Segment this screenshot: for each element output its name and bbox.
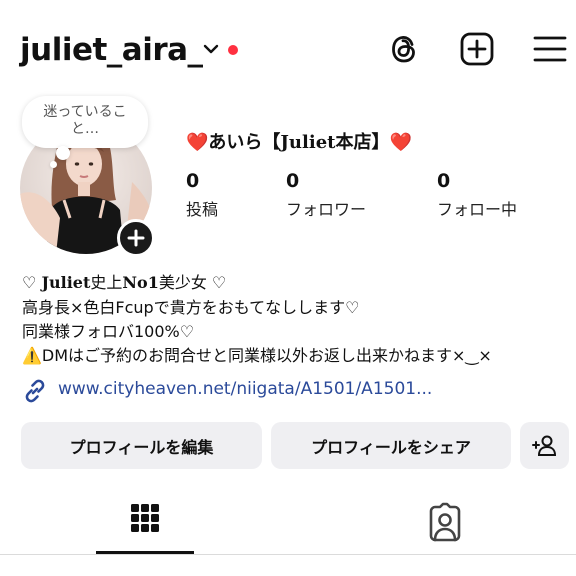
bio-line-1-suffix: 美少女 ♡ [158, 273, 227, 292]
note-bubble-tail-small [50, 161, 57, 168]
bio-line-1-bold: Juliet [41, 273, 91, 292]
posts-label[interactable]: 投稿 [186, 196, 218, 220]
bio-line-4: ⚠️DMはご予約のお問合せと同業様以外お返し出来かねます×‿× [22, 346, 492, 365]
chevron-down-icon[interactable] [202, 42, 220, 56]
notification-dot [228, 45, 238, 55]
followers-label[interactable]: フォロワー [286, 196, 366, 220]
menu-icon[interactable] [532, 31, 568, 67]
bio-line-1-prefix: ♡ [22, 273, 42, 292]
tagged-icon[interactable] [396, 495, 494, 553]
discover-people-button[interactable] [520, 422, 569, 469]
bio-line-3: 同業様フォロバ100%♡ [22, 322, 195, 341]
profile-link[interactable]: www.cityheaven.net/niigata/A1501/A1501..… [58, 377, 432, 401]
threads-icon[interactable] [386, 31, 422, 67]
username-title[interactable]: juliet_aira_ [20, 28, 203, 72]
add-story-icon[interactable] [117, 219, 155, 257]
following-label[interactable]: フォロー中 [437, 196, 517, 220]
posts-count[interactable]: 0 [186, 170, 199, 192]
add-person-icon [531, 435, 556, 456]
following-count[interactable]: 0 [437, 170, 450, 192]
display-name: ❤️あいら【Juliet本店】❤️ [186, 132, 412, 153]
bio-line-2: 高身長×色白Fcupで貴方をおもてなしします♡ [22, 298, 360, 317]
bio-line-1-bold2: No1 [122, 273, 159, 292]
create-icon[interactable] [459, 31, 495, 67]
followers-count[interactable]: 0 [286, 170, 299, 192]
bio-line-1: ♡ Juliet史上No1美少女 ♡ [22, 271, 226, 295]
note-text: 迷っていること… [43, 104, 127, 137]
grid-icon[interactable] [96, 495, 194, 553]
link-icon [25, 379, 45, 403]
note-bubble-tail [56, 146, 70, 160]
bio-line-1-rest: 史上 [90, 273, 123, 292]
tabs-divider [0, 554, 576, 555]
share-profile-button[interactable]: プロフィールをシェア [271, 422, 511, 469]
edit-profile-button[interactable]: プロフィールを編集 [21, 422, 262, 469]
